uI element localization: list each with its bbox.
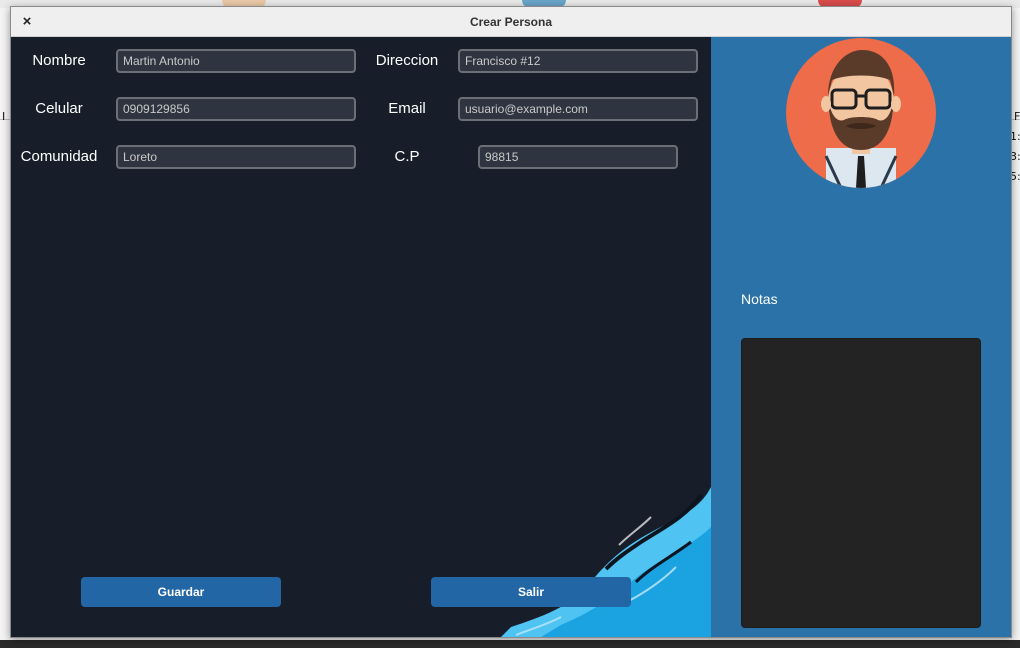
nombre-label: Nombre [32,52,86,69]
nombre-field[interactable] [116,49,356,73]
cp-label: C.P [394,148,420,165]
notas-textarea[interactable] [741,338,981,628]
crear-persona-dialog: Crear Persona × Nombre Direccion Celular… [10,6,1012,638]
comunidad-field[interactable] [116,145,356,169]
direccion-field[interactable] [458,49,698,73]
notas-label: Notas [741,291,778,307]
dialog-title: Crear Persona [469,15,553,29]
side-panel: Notas [711,37,1011,637]
background-column-fragment: F [1014,110,1020,123]
direccion-label: Direccion [375,52,439,69]
form-panel: Nombre Direccion Celular Email Comunidad… [11,37,711,637]
wave-decoration [501,487,711,637]
comunidad-label: Comunidad [20,148,98,165]
dialog-titlebar: Crear Persona × [11,7,1011,37]
celular-field[interactable] [116,97,356,121]
celular-label: Celular [35,100,83,117]
bearded-man-avatar-icon [786,38,936,188]
email-field[interactable] [458,97,698,121]
close-button[interactable]: × [19,13,35,31]
guardar-button[interactable]: Guardar [81,577,281,607]
cp-field[interactable] [478,145,678,169]
background-column-fragment: I [2,110,6,123]
salir-button[interactable]: Salir [431,577,631,607]
email-label: Email [388,100,426,117]
background-bottom-bar [0,640,1020,648]
